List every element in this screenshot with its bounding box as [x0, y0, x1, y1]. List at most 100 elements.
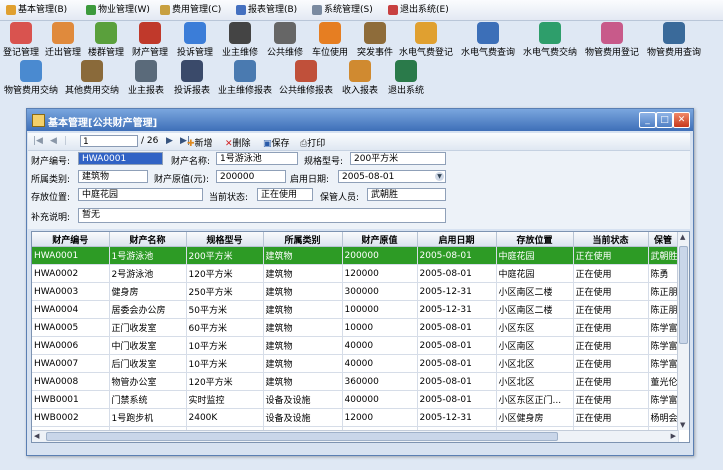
close-button[interactable]: ✕ [673, 112, 690, 128]
window-titlebar[interactable]: 基本管理[公共财产管理] _ □ ✕ [27, 109, 693, 131]
column-header[interactable]: 规格型号 [186, 232, 264, 247]
toolbar-complaint-button[interactable]: 投诉管理 [174, 22, 216, 59]
toolbar-complaint-report-button[interactable]: 投诉报表 [170, 60, 214, 97]
note-field[interactable]: 暂无 [78, 208, 446, 223]
category-field[interactable]: 建筑物 [78, 170, 148, 183]
menu-exit[interactable]: 退出系统(E) [388, 4, 449, 17]
toolbar-property-button[interactable]: 财产管理 [129, 22, 171, 59]
table-cell: 建筑物 [263, 264, 343, 283]
scroll-up-icon[interactable]: ▲ [680, 233, 685, 241]
keeper-field[interactable]: 武朝胜 [367, 188, 446, 201]
menu-property[interactable]: 物业管理(W) [86, 4, 150, 17]
toolbar-building-button[interactable]: 楼群管理 [86, 22, 126, 59]
save-button[interactable]: ▣保存 [263, 136, 290, 149]
toolbar-fee-register-button[interactable]: 物管费用登记 [583, 22, 641, 59]
first-record-icon[interactable]: |◀ [33, 136, 43, 146]
table-cell: HWA0003 [32, 282, 110, 301]
table-cell: 陈正朋 [648, 300, 679, 319]
date-field[interactable]: 2005-08-01 ▼ [338, 170, 446, 183]
other-fee-icon [81, 60, 103, 82]
toolbar-emergency-button[interactable]: 突发事件 [354, 22, 396, 59]
print-button[interactable]: ⎙打印 [300, 136, 325, 149]
table-cell: 陈正朋 [648, 282, 679, 301]
prev-record-icon[interactable]: ◀ [50, 136, 57, 146]
table-cell: 2005-08-01 [417, 264, 497, 283]
toolbar-move-out-button[interactable]: 迁出管理 [43, 22, 83, 59]
scroll-down-icon[interactable]: ▼ [680, 421, 685, 429]
table-row[interactable]: HWA0005 正门收发室 60平方米 建筑物 10000 2005-08-01 小区东区正… [32, 318, 679, 337]
fee-register-icon [601, 22, 623, 44]
menu-basic[interactable]: 基本管理(B) [6, 4, 67, 17]
emergency-icon [364, 22, 386, 44]
status-field[interactable]: 正在使用 [257, 188, 313, 201]
toolbar-owner-repair-button[interactable]: 业主维修 [219, 22, 261, 59]
add-button[interactable]: ✚新增 [187, 136, 213, 149]
owner-repair-report-icon [234, 60, 256, 82]
toolbar-owner-report-button[interactable]: 业主报表 [124, 60, 168, 97]
table-cell: 1号游泳池 [109, 246, 187, 265]
column-header[interactable]: 启用日期 [417, 232, 497, 247]
menu-fees[interactable]: 费用管理(C) [160, 4, 221, 17]
spec-field[interactable]: 200平方米 [350, 152, 446, 165]
delete-button[interactable]: ✕删除 [225, 136, 251, 149]
location-field[interactable]: 中庭花园 [78, 188, 203, 201]
name-field[interactable]: 1号游泳池 [216, 152, 298, 165]
toolbar-utility-register-button[interactable]: 水电气费登记 [397, 22, 455, 59]
table-row[interactable]: HWA0007 后门收发室 10平方米 建筑物 40000 2005-08-01 小区北区正… [32, 354, 679, 373]
code-field[interactable]: HWA0001 [78, 152, 163, 165]
table-row[interactable]: HWB0001 门禁系统 实时监控 设备及设施 400000 2005-08-01 小区东区… [32, 390, 679, 409]
toolbar-owner-repair-report-button[interactable]: 业主维修报表 [216, 60, 274, 97]
car-icon [319, 22, 341, 44]
maximize-button[interactable]: □ [656, 112, 673, 128]
table-cell: 小区南区 [496, 336, 574, 355]
column-header[interactable]: 财产原值 [342, 232, 418, 247]
table-cell: 10平方米 [186, 336, 264, 355]
toolbar-fee-search-button[interactable]: 物管费用查询 [645, 22, 703, 59]
table-cell: 2号游泳池 [109, 264, 187, 283]
toolbar-car-button[interactable]: 车位使用 [309, 22, 351, 59]
toolbar-income-report-button[interactable]: 收入报表 [338, 60, 382, 97]
toolbar-exit-button[interactable]: 退出系统 [384, 60, 428, 97]
save-icon: ▣ [263, 139, 272, 149]
column-header[interactable]: 当前状态 [573, 232, 649, 247]
price-field[interactable]: 200000 [216, 170, 286, 183]
table-row[interactable]: HWA0004 居委会办公房 50平方米 建筑物 100000 2005-12-31 小区南… [32, 300, 679, 319]
toolbar-register-button[interactable]: 登记管理 [2, 22, 40, 59]
table-row[interactable]: HWA0003 健身房 250平方米 建筑物 300000 2005-12-31 小区南区二… [32, 282, 679, 301]
minimize-button[interactable]: _ [639, 112, 656, 128]
column-header[interactable]: 所属类别 [263, 232, 343, 247]
table-row[interactable]: HWA0006 中门收发室 10平方米 建筑物 40000 2005-08-01 小区南区正… [32, 336, 679, 355]
table-cell: HWA0008 [32, 372, 110, 391]
table-cell: 1号跑步机 [109, 408, 187, 427]
vertical-scroll-thumb[interactable] [679, 246, 688, 344]
column-header[interactable]: 保管 [648, 232, 679, 247]
horizontal-scroll-thumb[interactable] [46, 432, 558, 441]
column-header[interactable]: 财产编号 [32, 232, 110, 247]
toolbar-utility-search-button[interactable]: 水电气费查询 [459, 22, 517, 59]
table-row[interactable]: HWA0008 物管办公室 120平方米 建筑物 360000 2005-08-01 小区北… [32, 372, 679, 391]
next-record-icon[interactable]: ▶ [166, 136, 173, 146]
add-icon: ✚ [187, 139, 195, 149]
horizontal-scrollbar[interactable]: ◀ ▶ [32, 430, 678, 442]
toolbar-fee-pay-button[interactable]: 物管费用交纳 [2, 60, 60, 97]
table-row[interactable]: HWB0002 1号跑步机 2400K 设备及设施 12000 2005-12-31 小区健… [32, 408, 679, 427]
column-header[interactable]: 财产名称 [109, 232, 187, 247]
menu-reports[interactable]: 报表管理(B) [236, 4, 297, 17]
table-cell: 陈学富 [648, 390, 679, 409]
column-header[interactable]: 存放位置 [496, 232, 574, 247]
table-cell: 120平方米 [186, 264, 264, 283]
chevron-down-icon[interactable]: ▼ [435, 172, 444, 181]
category-label: 所属类别: [31, 175, 71, 185]
toolbar-utility-pay-button[interactable]: 水电气费交纳 [521, 22, 579, 59]
toolbar-public-repair-button[interactable]: 公共维修 [264, 22, 306, 59]
menu-system[interactable]: 系统管理(S) [312, 4, 373, 17]
scroll-left-icon[interactable]: ◀ [34, 432, 39, 440]
delete-icon: ✕ [225, 139, 233, 149]
toolbar-public-repair-report-button[interactable]: 公共维修报表 [277, 60, 335, 97]
toolbar-other-fee-button[interactable]: 其他费用交纳 [63, 60, 121, 97]
scroll-right-icon[interactable]: ▶ [671, 432, 676, 440]
vertical-scrollbar[interactable]: ▲ ▼ [677, 232, 689, 430]
table-row[interactable]: HWA0002 2号游泳池 120平方米 建筑物 120000 2005-08-01 中庭花… [32, 264, 679, 283]
page-number-input[interactable]: 1 [80, 135, 138, 147]
table-row[interactable]: HWA0001 1号游泳池 200平方米 建筑物 200000 2005-08-01 中庭花… [32, 246, 679, 265]
